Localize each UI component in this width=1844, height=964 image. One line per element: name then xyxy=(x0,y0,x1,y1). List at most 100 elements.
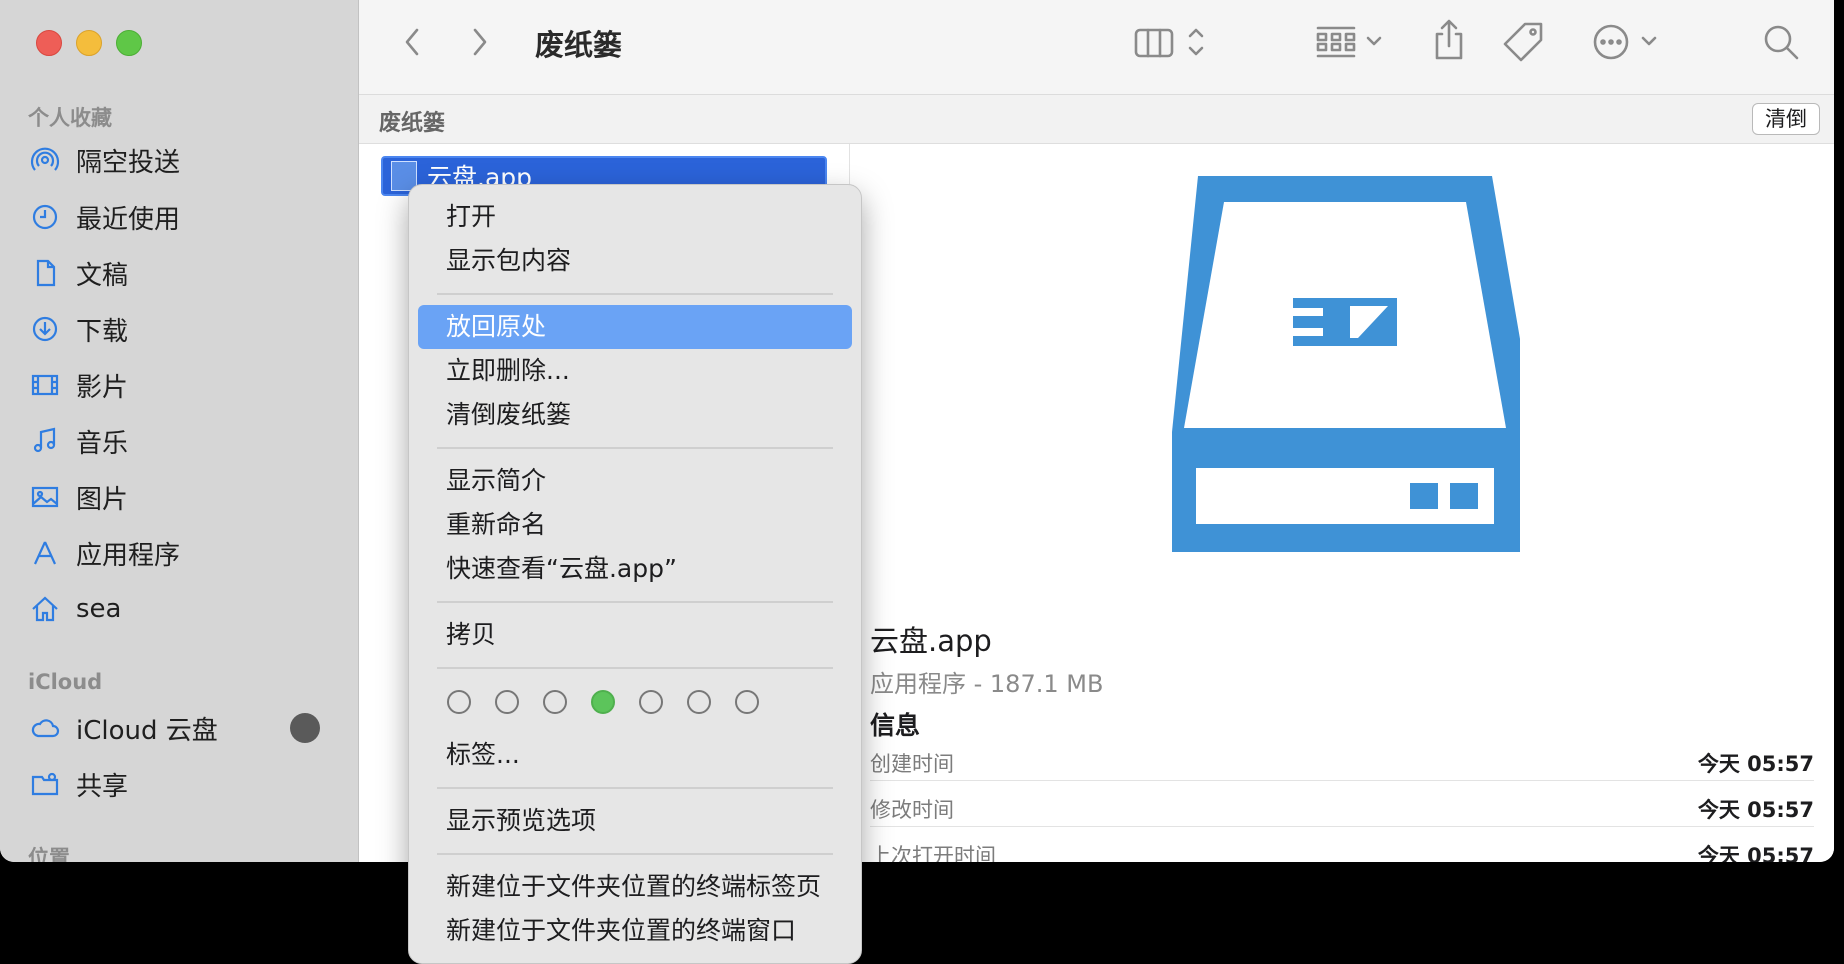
info-value: 今天 05:57 xyxy=(1697,844,1814,862)
close-button[interactable] xyxy=(36,30,62,56)
menu-item-quick-look[interactable]: 快速查看“云盘.app” xyxy=(418,547,852,591)
menu-separator xyxy=(437,667,833,669)
group-button[interactable] xyxy=(1314,22,1390,62)
info-key: 上次打开时间 xyxy=(870,844,996,862)
sidebar-item-home[interactable]: sea xyxy=(28,587,338,631)
document-icon xyxy=(28,256,62,290)
sidebar-item-label: 影片 xyxy=(76,372,129,403)
sidebar-item-label: 下载 xyxy=(76,316,129,347)
more-actions-button[interactable] xyxy=(1591,20,1663,64)
info-value: 今天 05:57 xyxy=(1697,798,1814,822)
menu-separator xyxy=(437,787,833,789)
sidebar-item-label: 最近使用 xyxy=(76,204,181,235)
sidebar-item-label: 图片 xyxy=(76,484,129,515)
icloud-header: iCloud xyxy=(28,670,103,694)
view-mode-button[interactable] xyxy=(1134,22,1218,62)
hard-drive-icon xyxy=(1172,176,1520,552)
info-value: 今天 05:57 xyxy=(1697,752,1814,776)
sidebar-item-label: 文稿 xyxy=(76,260,129,291)
sidebar-item-label: 应用程序 xyxy=(76,540,181,571)
info-row: 上次打开时间 今天 05:57 xyxy=(870,828,1814,862)
menu-item-show-package-contents[interactable]: 显示包内容 xyxy=(418,239,852,283)
preview-file-name: 云盘.app xyxy=(870,624,992,658)
sidebar-item-music[interactable]: 音乐 xyxy=(28,419,338,463)
info-key: 修改时间 xyxy=(870,798,954,822)
sidebar-item-label: iCloud 云盘 xyxy=(76,715,218,746)
info-row: 修改时间 今天 05:57 xyxy=(870,782,1814,827)
sidebar-item-pictures[interactable]: 图片 xyxy=(28,475,338,519)
minimize-button[interactable] xyxy=(76,30,102,56)
menu-item-new-terminal-window[interactable]: 新建位于文件夹位置的终端窗口 xyxy=(418,909,852,953)
sidebar-item-label: sea xyxy=(76,594,122,624)
favorites-header: 个人收藏 xyxy=(28,106,112,130)
tag-color-none[interactable] xyxy=(495,690,519,714)
forward-button[interactable] xyxy=(465,24,495,60)
shared-folder-icon xyxy=(28,767,62,801)
menu-separator xyxy=(437,293,833,295)
menu-separator xyxy=(437,601,833,603)
menu-item-empty-trash[interactable]: 清倒废纸篓 xyxy=(418,393,852,437)
tag-color-none[interactable] xyxy=(735,690,759,714)
menu-item-tags[interactable]: 标签... xyxy=(418,733,852,777)
tag-color-none[interactable] xyxy=(687,690,711,714)
chevron-left-icon xyxy=(405,28,419,56)
preview-pane: 云盘.app 应用程序 - 187.1 MB 信息 创建时间 今天 05:57 … xyxy=(850,144,1834,862)
airdrop-icon xyxy=(28,143,62,177)
path-bar: 废纸篓 清倒 xyxy=(359,95,1834,144)
tag-button[interactable] xyxy=(1501,20,1545,64)
tag-color-none[interactable] xyxy=(447,690,471,714)
photo-icon xyxy=(28,480,62,514)
menu-item-copy[interactable]: 拷贝 xyxy=(418,613,852,657)
menu-item-put-back[interactable]: 放回原处 xyxy=(418,305,852,349)
sidebar-item-recents[interactable]: 最近使用 xyxy=(28,195,338,239)
back-button[interactable] xyxy=(397,24,427,60)
menu-item-open[interactable]: 打开 xyxy=(418,195,852,239)
sidebar-item-applications[interactable]: 应用程序 xyxy=(28,531,338,575)
chevron-right-icon xyxy=(473,28,487,56)
sidebar-item-movies[interactable]: 影片 xyxy=(28,363,338,407)
sidebar-item-label: 隔空投送 xyxy=(76,147,181,178)
locations-header: 位置 xyxy=(28,846,70,862)
context-menu: 打开 显示包内容 放回原处 立即删除... 清倒废纸篓 显示简介 重新命名 快速… xyxy=(408,184,862,964)
menu-item-rename[interactable]: 重新命名 xyxy=(418,503,852,547)
toolbar: 废纸篓 xyxy=(359,0,1834,95)
apps-icon xyxy=(28,536,62,570)
tag-icon xyxy=(1503,22,1543,62)
finder-window: 个人收藏 隔空投送 最近使用 文稿 下载 影片 音乐 图片 应用程序 sea i… xyxy=(0,0,1834,862)
search-icon xyxy=(1764,25,1799,60)
download-icon xyxy=(28,312,62,346)
menu-separator xyxy=(437,447,833,449)
window-title: 废纸篓 xyxy=(535,28,623,62)
sidebar: 个人收藏 隔空投送 最近使用 文稿 下载 影片 音乐 图片 应用程序 sea i… xyxy=(0,0,359,862)
film-icon xyxy=(28,368,62,402)
grid-icon xyxy=(1316,26,1382,58)
sidebar-item-downloads[interactable]: 下载 xyxy=(28,307,338,351)
sidebar-item-documents[interactable]: 文稿 xyxy=(28,251,338,295)
ellipsis-circle-icon xyxy=(1593,24,1657,60)
search-button[interactable] xyxy=(1759,20,1803,64)
music-icon xyxy=(28,424,62,458)
share-button[interactable] xyxy=(1429,18,1469,62)
cloud-icon xyxy=(28,711,62,745)
menu-item-show-view-options[interactable]: 显示预览选项 xyxy=(418,799,852,843)
menu-item-get-info[interactable]: 显示简介 xyxy=(418,459,852,503)
empty-trash-button[interactable]: 清倒 xyxy=(1752,103,1820,135)
tag-color-green[interactable] xyxy=(591,690,615,714)
share-icon xyxy=(1435,19,1463,60)
tag-color-none[interactable] xyxy=(639,690,663,714)
zoom-button[interactable] xyxy=(116,30,142,56)
menu-item-delete-immediately[interactable]: 立即删除... xyxy=(418,349,852,393)
home-icon xyxy=(28,592,62,626)
menu-item-new-terminal-tab[interactable]: 新建位于文件夹位置的终端标签页 xyxy=(418,865,852,909)
column-view-icon xyxy=(1134,28,1204,58)
sidebar-item-airdrop[interactable]: 隔空投送 xyxy=(28,138,338,182)
path-label: 废纸篓 xyxy=(379,111,446,136)
sidebar-item-shared[interactable]: 共享 xyxy=(28,762,338,806)
info-row: 创建时间 今天 05:57 xyxy=(870,736,1814,781)
tag-color-none[interactable] xyxy=(543,690,567,714)
clock-icon xyxy=(28,200,62,234)
info-key: 创建时间 xyxy=(870,752,954,776)
sync-progress-icon xyxy=(290,713,320,743)
sidebar-item-label: 共享 xyxy=(76,771,129,802)
preview-file-kind: 应用程序 - 187.1 MB xyxy=(870,670,1104,698)
